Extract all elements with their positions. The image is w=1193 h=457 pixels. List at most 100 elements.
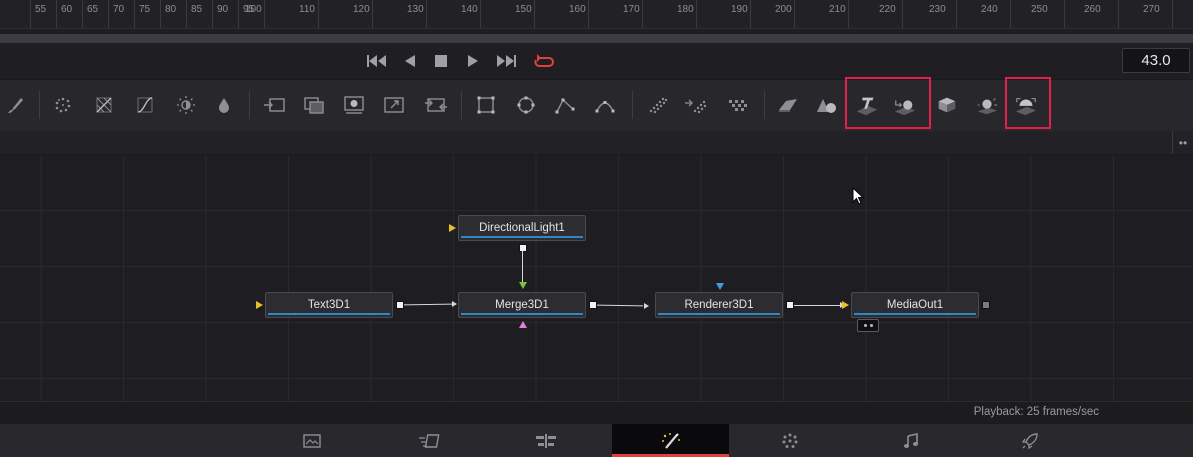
cut-page-button[interactable] (370, 424, 487, 457)
play-reverse-button[interactable] (402, 51, 418, 71)
edit-page-button[interactable] (487, 424, 604, 457)
polygon-mask-tool[interactable] (553, 93, 577, 117)
node-editor[interactable]: DirectionalLight1 Text3D1 Merge3D1 Rende… (0, 155, 1193, 401)
particle-emitter-tool[interactable] (646, 93, 670, 117)
node-editor-header: •• (0, 131, 1193, 155)
ellipse-mask-icon (517, 96, 535, 114)
node-label: Renderer3D1 (684, 299, 754, 311)
node-text3d[interactable]: Text3D1 (265, 292, 393, 318)
ruler-label: 170 (623, 4, 640, 15)
color-corrector-icon (96, 97, 112, 113)
stop-button[interactable] (433, 51, 449, 71)
transform-tool[interactable] (342, 93, 366, 117)
camera-3d-tool[interactable] (935, 93, 959, 117)
node-mediaout[interactable]: MediaOut1 (851, 292, 979, 318)
brightness-contrast-tool[interactable] (174, 93, 198, 117)
color-page-button[interactable] (731, 424, 848, 457)
mask-input-port[interactable] (519, 321, 527, 328)
deliver-page-button[interactable] (971, 424, 1088, 457)
go-to-end-button[interactable] (495, 51, 517, 71)
particles-tool[interactable] (51, 93, 75, 117)
text-3d-tool[interactable] (855, 93, 879, 117)
output-port[interactable] (786, 301, 794, 309)
effect-mask-port[interactable] (716, 283, 724, 290)
ruler-tick: 85 (186, 0, 202, 28)
toolbar-separator (632, 91, 633, 119)
ruler-label: 270 (1143, 4, 1160, 15)
node-directional-light[interactable]: DirectionalLight1 (458, 215, 586, 241)
ruler-label: 200 (775, 4, 792, 15)
input-port[interactable] (256, 301, 263, 309)
ellipse-mask-tool[interactable] (514, 93, 538, 117)
merge-3d-tool[interactable] (893, 93, 917, 117)
go-to-start-button[interactable] (366, 51, 388, 71)
particle-grid-tool[interactable] (726, 93, 750, 117)
toolbar-separator (249, 91, 250, 119)
skip-back-icon (367, 55, 386, 67)
viewer-2-dot-icon[interactable] (869, 324, 873, 327)
output-port[interactable] (396, 301, 404, 309)
connection-arrow (452, 301, 457, 307)
loop-button[interactable] (533, 51, 555, 71)
blur-icon (219, 98, 229, 113)
toolbar-separator (461, 91, 462, 119)
node-label: Merge3D1 (495, 299, 549, 311)
ruler-label: 220 (879, 4, 896, 15)
ruler-tick: 220 (879, 0, 903, 28)
play-icon (468, 55, 478, 67)
transport-controls (0, 43, 1193, 79)
ruler-tick: 95 (238, 0, 254, 28)
fusion-toolbar (0, 77, 1193, 132)
cut-icon (418, 433, 439, 448)
loader-tool[interactable] (424, 93, 448, 117)
blur-tool[interactable] (212, 93, 236, 117)
ruler-tick: 70 (108, 0, 124, 28)
node-renderer3d[interactable]: Renderer3D1 (655, 292, 783, 318)
view-buttons[interactable] (857, 319, 879, 332)
light-input-port[interactable] (519, 282, 527, 289)
timeline-ruler[interactable]: 55 60 65 70 75 80 85 90 95 100 110 120 1… (0, 0, 1193, 29)
particle-render-tool[interactable] (684, 93, 708, 117)
edit-icon (535, 433, 556, 448)
spotlight-3d-tool[interactable] (975, 93, 999, 117)
image-plane-3d-icon (779, 99, 797, 112)
background-tool[interactable] (262, 93, 286, 117)
ruler-tick: 100 (245, 0, 265, 28)
merge-tool[interactable] (302, 93, 326, 117)
ruler-label: 55 (35, 4, 47, 15)
current-frame-field[interactable]: 43.0 (1122, 48, 1190, 73)
output-port[interactable] (982, 301, 990, 309)
play-forward-button[interactable] (465, 51, 481, 71)
input-port[interactable] (842, 301, 849, 309)
viewer-1-dot-icon[interactable] (863, 324, 867, 327)
ruler-label: 120 (353, 4, 370, 15)
output-port[interactable] (589, 301, 597, 309)
timeline-range-bar[interactable] (0, 34, 1193, 43)
ruler-label: 260 (1084, 4, 1101, 15)
transform-icon (344, 96, 364, 114)
connection-line (794, 305, 840, 306)
fairlight-page-button[interactable] (852, 424, 969, 457)
ruler-label: 65 (87, 4, 99, 15)
fusion-page-button[interactable] (612, 424, 729, 457)
color-curves-tool[interactable] (133, 93, 157, 117)
options-menu-button[interactable]: •• (1172, 131, 1193, 154)
resize-icon (384, 97, 404, 113)
paint-brush-icon (8, 98, 23, 113)
rectangle-mask-tool[interactable] (474, 93, 498, 117)
loop-icon (534, 54, 554, 67)
stop-icon (435, 55, 447, 67)
image-plane-3d-tool[interactable] (776, 93, 800, 117)
output-port[interactable] (519, 244, 527, 252)
color-corrector-tool[interactable] (92, 93, 116, 117)
ruler-label: 210 (829, 4, 846, 15)
media-page-button[interactable] (253, 424, 370, 457)
shape-3d-tool[interactable] (815, 93, 839, 117)
connection-line (522, 251, 523, 282)
bspline-mask-tool[interactable] (593, 93, 617, 117)
renderer-3d-tool[interactable] (1014, 93, 1038, 117)
input-port[interactable] (449, 224, 456, 232)
paint-tool[interactable] (3, 93, 27, 117)
node-merge3d[interactable]: Merge3D1 (458, 292, 586, 318)
resize-tool[interactable] (382, 93, 406, 117)
